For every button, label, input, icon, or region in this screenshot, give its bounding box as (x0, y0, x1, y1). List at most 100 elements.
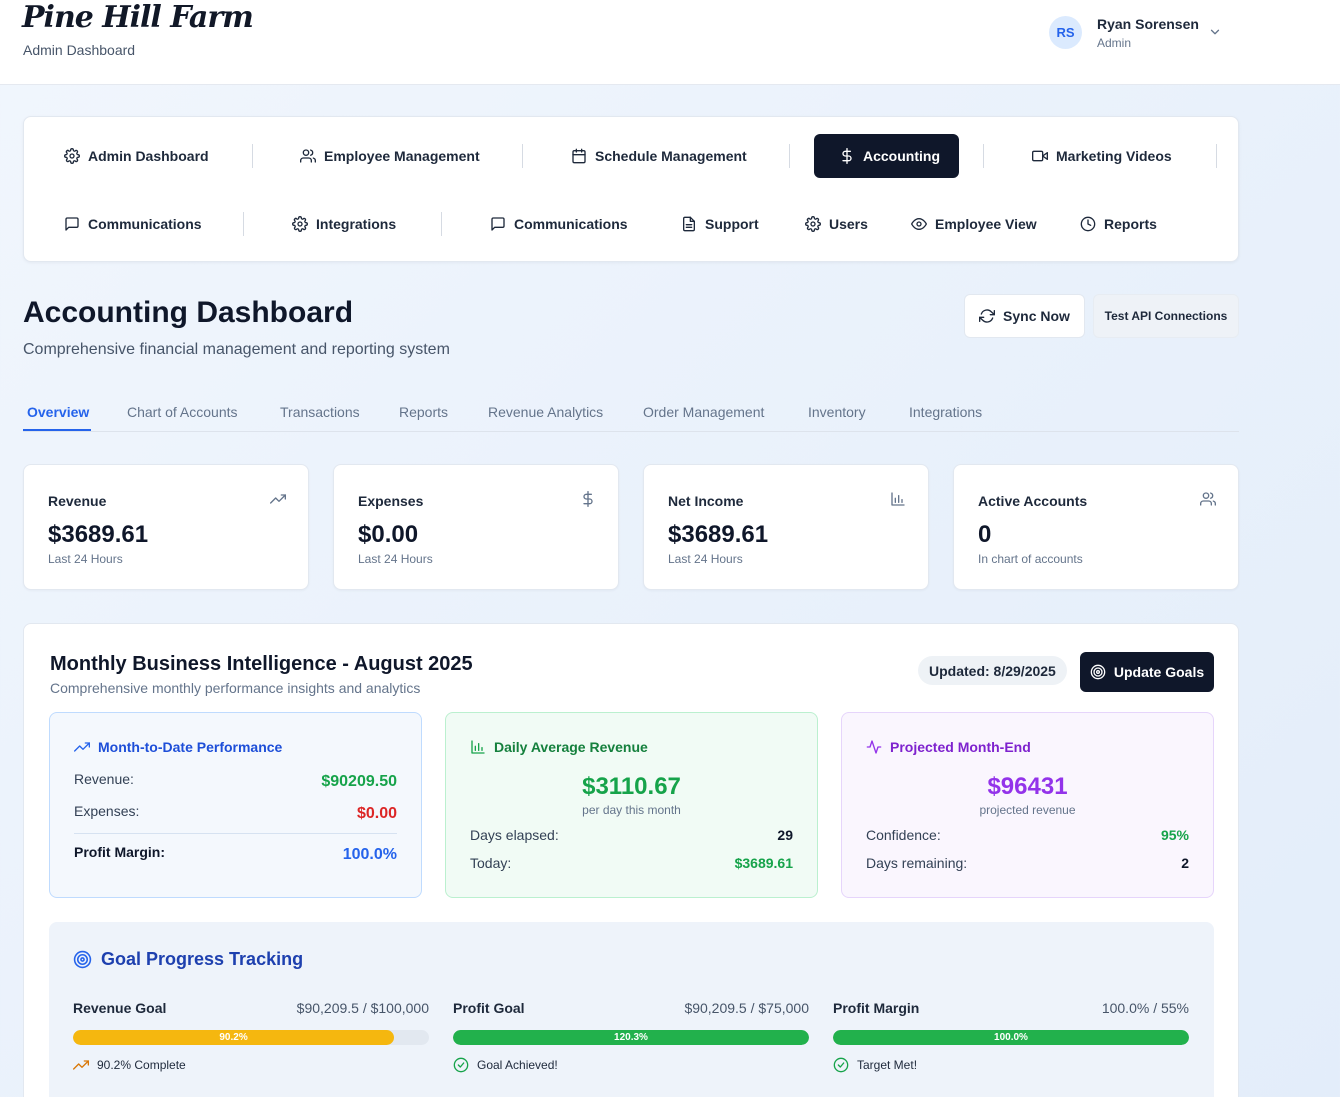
nav-label: Employee View (935, 216, 1037, 232)
nav-communications[interactable]: Communications (50, 202, 216, 246)
top-header: Pine Hill Farm Admin Dashboard RS Ryan S… (0, 0, 1340, 85)
panel-title: Month-to-Date Performance (98, 739, 283, 755)
mtd-revenue-value: $90209.50 (321, 773, 397, 790)
progress-fill: 100.0% (833, 1030, 1189, 1045)
chat-icon (490, 216, 506, 232)
nav-marketing-videos[interactable]: Marketing Videos (1018, 134, 1186, 178)
tab-inventory[interactable]: Inventory (808, 404, 866, 420)
goal-label: Revenue Goal (73, 1000, 167, 1016)
tab-integrations[interactable]: Integrations (909, 404, 982, 420)
target-icon (73, 950, 92, 969)
stat-note: Last 24 Hours (48, 552, 123, 566)
stat-label: Revenue (48, 493, 107, 509)
mtd-revenue-label: Revenue: (74, 771, 134, 787)
nav-label: Schedule Management (595, 148, 747, 164)
chat-icon (64, 216, 80, 232)
check-circle-icon (833, 1057, 849, 1073)
monthly-business-intelligence-card: Monthly Business Intelligence - August 2… (23, 623, 1239, 1097)
progress-bar: 120.3% (453, 1030, 809, 1045)
check-circle-icon (453, 1057, 469, 1073)
eye-icon (911, 216, 927, 232)
nav-divider (252, 144, 253, 168)
nav-label: Support (705, 216, 759, 232)
mtd-expenses-value: $0.00 (356, 805, 397, 822)
goal-value: $90,209.5 / $100,000 (296, 1000, 429, 1016)
app-subtitle: Admin Dashboard (23, 42, 136, 58)
dollar-icon (580, 491, 596, 507)
updated-badge: Updated: 8/29/2025 (918, 656, 1067, 685)
panel-header: Daily Average Revenue (470, 739, 648, 755)
nav-label: Reports (1104, 216, 1157, 232)
update-goals-button[interactable]: Update Goals (1080, 652, 1214, 692)
stat-value: $0.00 (358, 521, 419, 548)
avatar[interactable]: RS (1049, 16, 1082, 49)
dollar-icon (839, 148, 855, 164)
goal-progress-header: Goal Progress Tracking (73, 949, 303, 970)
projected-month-end-panel: Projected Month-End $96431 projected rev… (841, 712, 1214, 898)
accounting-tabs: Overview Chart of Accounts Transactions … (23, 395, 1239, 432)
nav-communications-2[interactable]: Communications (476, 202, 642, 246)
stat-note: Last 24 Hours (668, 552, 743, 566)
progress-fill: 90.2% (73, 1030, 395, 1045)
today-value: $3689.61 (734, 855, 793, 871)
days-remaining-value: 2 (1181, 855, 1189, 871)
daily-average-panel: Daily Average Revenue $3110.67 per day t… (445, 712, 818, 898)
panel-header: Month-to-Date Performance (74, 739, 282, 755)
mtd-expenses-label: Expenses: (74, 803, 140, 819)
goal-note-text: Goal Achieved! (477, 1058, 558, 1072)
goal-progress-section: Goal Progress Tracking Revenue Goal $90,… (49, 922, 1214, 1097)
section-subtitle: Comprehensive monthly performance insigh… (50, 680, 421, 696)
user-name[interactable]: Ryan Sorensen (1097, 16, 1199, 32)
refresh-icon (979, 308, 996, 324)
stat-label: Net Income (668, 493, 744, 509)
confidence-value: 95% (1160, 827, 1189, 843)
tab-transactions[interactable]: Transactions (280, 404, 360, 420)
tab-chart-of-accounts[interactable]: Chart of Accounts (127, 404, 238, 420)
stat-value: $3689.61 (48, 521, 149, 548)
app-logo[interactable]: Pine Hill Farm (22, 0, 254, 35)
test-api-connections-button[interactable]: Test API Connections (1093, 294, 1239, 338)
nav-divider (789, 144, 790, 168)
nav-label: Accounting (863, 148, 940, 164)
nav-label: Communications (514, 216, 628, 232)
nav-divider (1216, 144, 1217, 168)
nav-schedule-management[interactable]: Schedule Management (557, 134, 761, 178)
stat-value: $3689.61 (668, 521, 769, 548)
update-goals-label: Update Goals (1113, 664, 1205, 680)
video-icon (1032, 148, 1048, 164)
goal-progress-title: Goal Progress Tracking (101, 949, 304, 969)
tab-order-management[interactable]: Order Management (643, 404, 764, 420)
sync-now-button[interactable]: Sync Now (964, 294, 1085, 338)
projected-value: $96431 (987, 773, 1068, 800)
nav-admin-dashboard[interactable]: Admin Dashboard (50, 134, 223, 178)
days-remaining-label: Days remaining: (866, 855, 968, 871)
tab-revenue-analytics[interactable]: Revenue Analytics (488, 404, 603, 420)
document-icon (681, 216, 697, 232)
goal-note-text: 90.2% Complete (97, 1058, 186, 1072)
tab-reports[interactable]: Reports (399, 404, 448, 420)
target-icon (1090, 664, 1106, 680)
tab-overview[interactable]: Overview (27, 404, 89, 420)
main-navigation: Admin Dashboard Employee Management Sche… (23, 116, 1239, 262)
nav-divider (243, 212, 244, 236)
nav-integrations[interactable]: Integrations (278, 202, 410, 246)
nav-accounting[interactable]: Accounting (814, 134, 959, 178)
stat-label: Active Accounts (978, 493, 1088, 509)
nav-reports[interactable]: Reports (1066, 202, 1171, 246)
goal-note: Goal Achieved! (453, 1057, 558, 1073)
nav-label: Integrations (316, 216, 397, 232)
page-title: Accounting Dashboard (23, 296, 354, 329)
nav-support[interactable]: Support (667, 202, 773, 246)
section-title: Monthly Business Intelligence - August 2… (50, 653, 473, 675)
panel-header: Projected Month-End (866, 739, 1031, 755)
mtd-performance-panel: Month-to-Date Performance Revenue: $9020… (49, 712, 422, 898)
nav-divider (441, 212, 442, 236)
nav-employee-view[interactable]: Employee View (897, 202, 1051, 246)
nav-users[interactable]: Users (791, 202, 882, 246)
goal-label: Profit Goal (453, 1000, 525, 1016)
daily-average-value: $3110.67 (582, 773, 681, 800)
nav-employee-management[interactable]: Employee Management (286, 134, 494, 178)
chevron-down-icon[interactable] (1208, 25, 1222, 39)
users-icon (300, 148, 316, 164)
gear-icon (292, 216, 308, 232)
